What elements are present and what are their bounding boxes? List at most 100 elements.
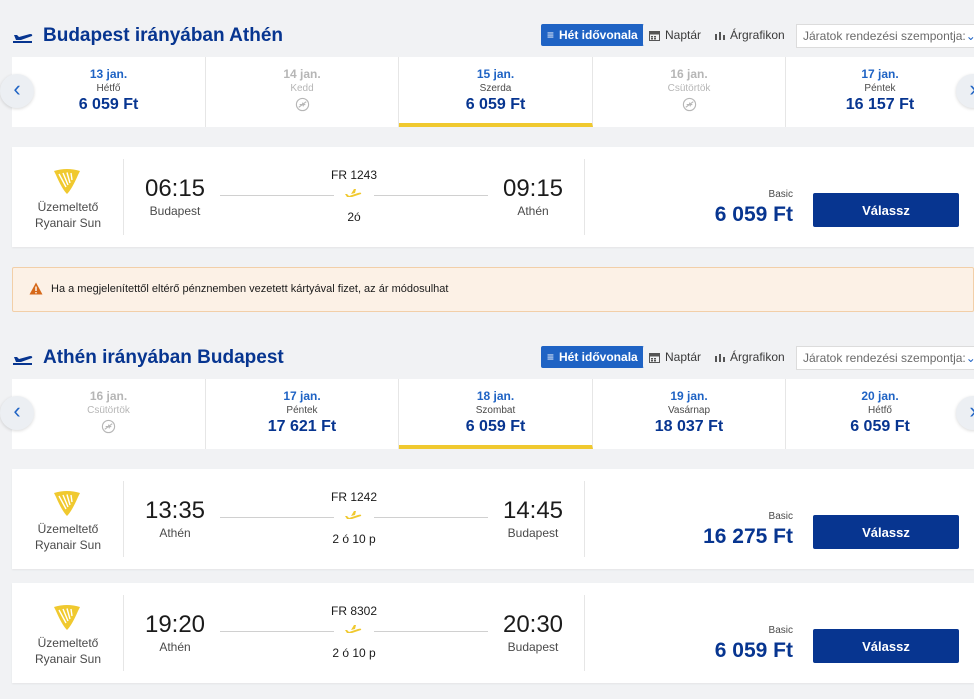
warning-icon [29, 282, 43, 295]
arrival-city: Athén [517, 204, 549, 218]
date-tab[interactable]: 17 jan. Péntek 17 621 Ft [206, 379, 399, 449]
bar-chart-icon [715, 32, 725, 40]
tab-price-graph[interactable]: Árgrafikon [709, 24, 791, 46]
flight-number: FR 1243 [330, 168, 378, 182]
weekday-label: Szombat [475, 405, 516, 416]
weekday-label: Vasárnap [667, 405, 711, 416]
list-icon: ≡ [547, 28, 555, 42]
tab-price-graph-label: Árgrafikon [730, 350, 785, 364]
tab-price-graph[interactable]: Árgrafikon [709, 346, 791, 368]
sort-select[interactable]: Járatok rendezési szempontja: ⌄ [796, 346, 974, 370]
calendar-icon [649, 30, 660, 41]
prev-dates-button[interactable]: ‹ [0, 74, 34, 108]
plane-takeoff-icon [13, 34, 33, 43]
weekday-label: Csütörtök [667, 83, 711, 94]
flight-price: 6 059 Ft [714, 639, 793, 662]
weekday-label: Csütörtök [87, 405, 130, 416]
date-carousel: 16 jan. Csütörtök 17 jan. Péntek 17 621 Ft 18… [12, 379, 974, 449]
date-label: 15 jan. [476, 67, 515, 81]
date-tab[interactable]: 20 jan. Hétfő 6 059 Ft [786, 379, 974, 449]
divider [123, 159, 124, 235]
chevron-left-icon: ‹ [13, 76, 21, 101]
arrival-city: Budapest [507, 640, 559, 654]
ryanair-harp-logo [54, 605, 80, 630]
operator-info: Üzemeltető Ryanair Sun [28, 199, 108, 231]
departure-time: 06:15 [144, 175, 206, 202]
date-carousel: 13 jan. Hétfő 6 059 Ft 14 jan. Kedd 15 jan. Sz… [12, 57, 974, 127]
weekday-label: Szerda [479, 83, 512, 94]
section-title: Budapest irányában Athén [43, 25, 284, 46]
date-label: 19 jan. [670, 389, 708, 403]
date-label: 17 jan. [283, 389, 321, 403]
chevron-down-icon: ⌄ [966, 29, 974, 43]
plane-icon [345, 189, 362, 197]
fare-type: Basic [768, 511, 793, 522]
weekday-label: Péntek [286, 405, 318, 416]
date-tab[interactable]: 15 jan. Szerda 6 059 Ft [399, 57, 593, 127]
tab-calendar[interactable]: Naptár [643, 24, 708, 46]
tab-calendar-label: Naptár [665, 28, 702, 42]
no-flight-icon [682, 97, 696, 112]
flight-card: Üzemeltető Ryanair Sun 19:20 Athén FR 8302 2 … [12, 583, 974, 683]
weekday-label: Hétfő [868, 405, 892, 416]
operator-label: Üzemeltető [37, 522, 99, 536]
chevron-left-icon: ‹ [13, 398, 21, 423]
divider [584, 159, 585, 235]
route-line [220, 195, 334, 196]
sort-select[interactable]: Járatok rendezési szempontja: ⌄ [796, 24, 974, 48]
plane-icon [345, 625, 362, 633]
date-label: 16 jan. [670, 67, 708, 81]
tab-timeline-label: Hét idővonala [559, 350, 638, 364]
tab-price-graph-label: Árgrafikon [730, 28, 785, 42]
prev-dates-button[interactable]: ‹ [0, 396, 34, 430]
select-flight-button[interactable]: Válassz [813, 193, 959, 227]
divider [584, 595, 585, 671]
divider [123, 595, 124, 671]
date-tab[interactable]: 17 jan. Péntek 16 157 Ft [786, 57, 974, 127]
flight-duration: 2ó [347, 210, 361, 224]
weekday-label: Péntek [864, 83, 896, 94]
date-price: 6 059 Ft [465, 96, 526, 113]
ryanair-harp-logo [54, 169, 80, 194]
arrival-time: 20:30 [502, 611, 564, 638]
date-tab: 16 jan. Csütörtök [12, 379, 206, 449]
select-flight-button[interactable]: Válassz [813, 629, 959, 663]
select-flight-button[interactable]: Válassz [813, 515, 959, 549]
sort-placeholder: Járatok rendezési szempontja: [803, 351, 966, 365]
currency-warning: Ha a megjelenítettől eltérő pénznemben v… [12, 267, 974, 312]
tab-timeline-label: Hét idővonala [559, 28, 638, 42]
tab-calendar-label: Naptár [665, 350, 702, 364]
no-flight-icon [101, 419, 116, 434]
tab-timeline[interactable]: ≡ Hét idővonala [541, 24, 644, 46]
route-line [374, 631, 488, 632]
date-price: 6 059 Ft [850, 418, 910, 435]
tab-timeline[interactable]: ≡ Hét idővonala [541, 346, 644, 368]
operator-name: Ryanair Sun [34, 216, 102, 230]
divider [584, 481, 585, 557]
operator-name: Ryanair Sun [34, 652, 102, 666]
date-label: 20 jan. [861, 389, 899, 403]
route-line [374, 517, 488, 518]
date-price: 6 059 Ft [78, 96, 139, 113]
flight-number: FR 8302 [330, 604, 378, 618]
date-tab[interactable]: 18 jan. Szombat 6 059 Ft [399, 379, 593, 449]
flight-duration: 2 ó 10 p [332, 532, 376, 546]
date-tab: 14 jan. Kedd [206, 57, 399, 127]
departure-city: Athén [159, 640, 191, 654]
divider [123, 481, 124, 557]
date-label: 18 jan. [476, 389, 515, 403]
outbound-header: Budapest irányában Athén ≡ Hét idővonala … [0, 20, 974, 54]
bar-chart-icon [715, 354, 725, 362]
flight-duration: 2 ó 10 p [332, 646, 376, 660]
flight-price: 16 275 Ft [703, 525, 793, 548]
section-title: Athén irányában Budapest [43, 347, 284, 368]
date-tab[interactable]: 19 jan. Vasárnap 18 037 Ft [593, 379, 786, 449]
chevron-right-icon: › [969, 76, 974, 101]
operator-name: Ryanair Sun [34, 538, 102, 552]
flight-price: 6 059 Ft [714, 203, 793, 226]
tab-calendar[interactable]: Naptár [643, 346, 708, 368]
date-price: 6 059 Ft [465, 418, 526, 435]
sort-placeholder: Járatok rendezési szempontja: [803, 29, 966, 43]
date-tab[interactable]: 13 jan. Hétfő 6 059 Ft [12, 57, 206, 127]
operator-label: Üzemeltető [37, 200, 99, 214]
